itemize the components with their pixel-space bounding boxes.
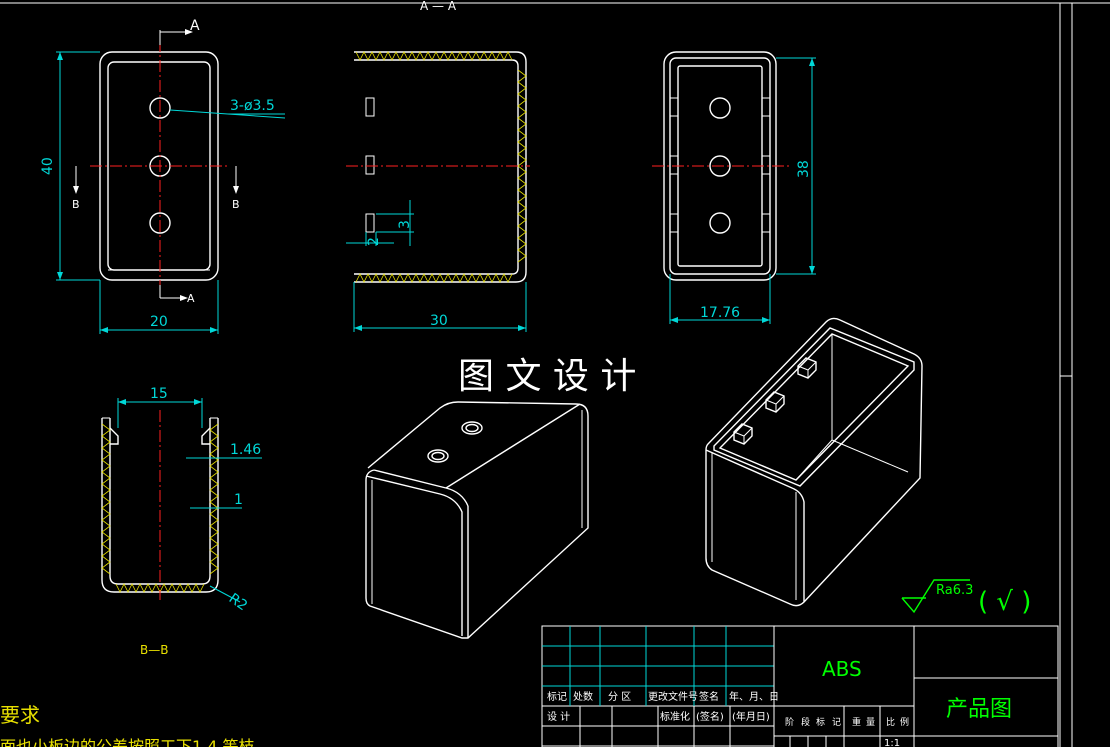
isometric-view-open — [705, 317, 923, 607]
technical-notes: 要求 面也小板边的公差按照工下1.4 等枝 — [0, 703, 255, 747]
surface-finish-symbol: Ra6.3 ( √ ) — [901, 579, 1031, 617]
tb-right-label-1: 段 — [801, 716, 810, 728]
tb-scale: 1:1 — [884, 738, 900, 747]
slot-width-dim: 2 — [366, 237, 382, 246]
front-height-dim: 40 — [40, 157, 56, 175]
tb-right-label-5: 量 — [866, 717, 875, 728]
tb-label-sign: 签名 — [699, 690, 719, 703]
notes-heading: 要求 — [0, 703, 40, 727]
tb-right-label-0: 阶 — [785, 716, 794, 728]
tb-drawing-title: 产品图 — [946, 697, 1012, 722]
tb-right-label-6: 比 — [886, 716, 895, 728]
back-width-dim: 17.76 — [700, 305, 740, 321]
tb-label-mark: 标记 — [547, 691, 567, 703]
side-view: 2 3 30 — [346, 51, 530, 332]
section-b-right: B — [232, 198, 240, 211]
notes-line-1: 面也小板边的公差按照工下1.4 等枝 — [0, 737, 255, 747]
tb-label-signature: (签名) — [696, 710, 724, 723]
hole-callout: 3-ø3.5 — [230, 98, 275, 114]
tb-label-date: 年、月、日 — [729, 690, 779, 703]
section-wall-dim: 1.46 — [230, 442, 261, 458]
tb-right-label-2: 标 — [816, 716, 825, 728]
side-width-dim: 30 — [430, 313, 448, 329]
tb-label-design: 设 计 — [547, 710, 570, 723]
section-inner-dim: 1 — [234, 492, 243, 508]
surface-finish-value: Ra6.3 — [936, 583, 973, 598]
title-block: 标记 处数 分 区 更改文件号 签名 年、月、日 设 计 标准化 (签名) (年… — [541, 625, 1059, 747]
watermark-text: 图 文 设 计 — [458, 356, 636, 397]
slot-height-dim: 3 — [397, 220, 413, 229]
back-height-dim: 38 — [796, 160, 812, 178]
tb-label-standard: 标准化 — [660, 710, 690, 723]
tb-label-count: 处数 — [573, 690, 593, 703]
front-view: A A B B 3-ø3.5 40 20 — [40, 18, 286, 334]
section-a-bottom: A — [187, 292, 195, 305]
section-radius-dim: R2 — [226, 590, 250, 614]
tb-label-yearmonthday: (年月日) — [732, 710, 770, 723]
front-width-dim: 20 — [150, 314, 168, 330]
tb-label-zone: 分 区 — [608, 691, 631, 703]
section-a-top: A — [190, 18, 200, 34]
isometric-view-top — [365, 401, 589, 639]
surface-finish-mark: ( √ ) — [978, 587, 1031, 617]
tb-right-label-7: 例 — [900, 716, 909, 728]
header-fragment: A — A — [420, 0, 457, 13]
section-width-dim: 15 — [150, 386, 168, 402]
section-view: 15 1.46 1 R2 B—B — [101, 386, 262, 657]
tb-material: ABS — [822, 657, 862, 681]
section-b-left: B — [72, 198, 80, 211]
tb-right-label-4: 重 — [852, 716, 861, 728]
back-view: 38 17.76 — [652, 51, 816, 324]
tb-label-change-doc: 更改文件号 — [648, 690, 698, 703]
tb-right-label-3: 记 — [832, 717, 841, 728]
section-label: B—B — [140, 643, 168, 657]
cad-drawing-canvas: A — A A A B B 3-ø3.5 40 20 2 3 30 38 17.… — [0, 0, 1110, 747]
